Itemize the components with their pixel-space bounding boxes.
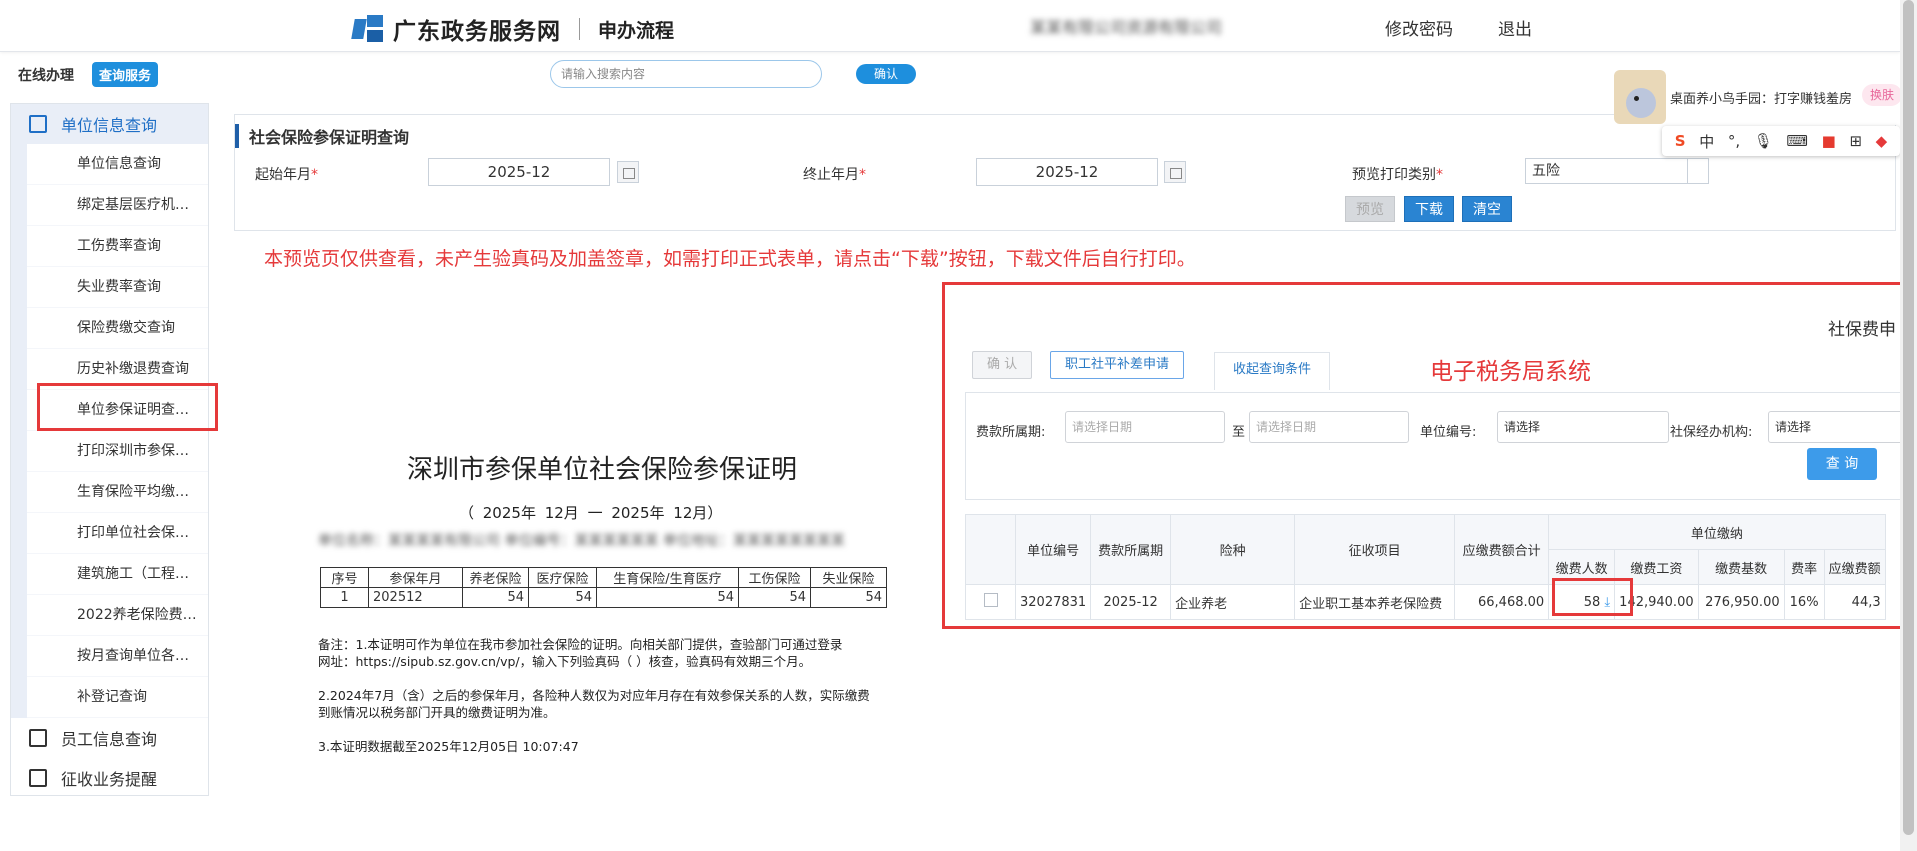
download-button[interactable]: 下载 (1404, 196, 1454, 222)
period-start-input[interactable]: 请选择日期 (1065, 411, 1225, 443)
ime-lang-toggle[interactable]: 中 (1699, 131, 1714, 152)
sidebar-group-label: 征收业务提醒 (61, 770, 158, 789)
logout-link[interactable]: 退出 (1498, 15, 1532, 40)
tax-filter-panel: 费款所属期: 请选择日期 至 请选择日期 单位编号: 请选择 社保经办机构: 请… (965, 392, 1902, 500)
user-name: 某某有限公司资源有限公司 (1030, 18, 1223, 36)
sidebar-group-unit[interactable]: 单位信息查询 (11, 104, 208, 144)
top-header: 广东政务服务网 申办流程 某某有限公司资源有限公司 修改密码 退出 (0, 0, 1900, 52)
start-month-input[interactable]: 2025-12 (428, 158, 610, 186)
highlight-box (37, 383, 218, 431)
sidebar-group-label: 员工信息查询 (61, 730, 158, 749)
online-service-tab[interactable]: 在线办理 (18, 65, 74, 85)
sub-nav: 在线办理 查询服务 (18, 62, 159, 87)
sidebar-item[interactable]: 补登记查询 (27, 677, 208, 718)
collapse-query-tab[interactable]: 收起查询条件 (1214, 352, 1330, 390)
skin-button[interactable]: 换肤 (1862, 84, 1902, 106)
punctuation-icon[interactable]: °, (1728, 132, 1740, 150)
tax-query-button[interactable]: 查 询 (1807, 448, 1877, 480)
clear-button[interactable]: 清空 (1462, 196, 1512, 222)
site-logo[interactable]: 广东政务服务网 申办流程 (351, 12, 675, 46)
certificate-period: （ 2025年 12月 一 2025年 12月） (459, 504, 723, 522)
sidebar-item[interactable]: 单位信息查询 (27, 144, 208, 185)
scrollbar-thumb[interactable] (1903, 0, 1914, 835)
highlight-box (1552, 578, 1633, 616)
sidebar-item[interactable]: 2022养老保险费率调... (27, 595, 208, 636)
query-service-tab[interactable]: 查询服务 (92, 62, 159, 87)
certificate-table: 序号 参保年月 养老保险 医疗保险 生育保险/生育医疗 工伤保险 失业保险 1 … (320, 567, 887, 608)
divider (579, 18, 580, 40)
unit-no-select[interactable]: 请选择 (1497, 411, 1669, 443)
sidebar-group-staff[interactable]: 员工信息查询 (11, 718, 208, 758)
document-icon (29, 115, 47, 133)
sidebar-item[interactable]: 打印单位社会保险补... (27, 513, 208, 554)
panel-title: 社会保险参保证明查询 (235, 124, 409, 148)
period-label: 费款所属期: (976, 425, 1046, 440)
query-panel: 社会保险参保证明查询 起始年月* 2025-12 终止年月* 2025-12 预… (234, 114, 1896, 231)
keyboard-icon[interactable]: ⌨ (1786, 132, 1808, 150)
section-title: 申办流程 (598, 19, 675, 42)
desktop-pet-popup[interactable]: 桌面养小鸟手园：打字赚钱羞房 换肤 (1614, 70, 1902, 125)
period-end-input[interactable]: 请选择日期 (1249, 411, 1409, 443)
sidebar-item[interactable]: 按月查询单位各险种... (27, 636, 208, 677)
logo-icon (351, 15, 385, 43)
sidebar-item[interactable]: 建筑施工（工程建设... (27, 554, 208, 595)
row-checkbox[interactable] (983, 593, 998, 607)
calendar-icon[interactable] (617, 161, 639, 183)
bird-avatar (1614, 70, 1666, 124)
table-row[interactable]: 32027831 2025-12 企业养老 企业职工基本养老保险费 66,468… (965, 584, 1886, 620)
end-month-input[interactable]: 2025-12 (976, 158, 1158, 186)
calendar-icon[interactable] (1164, 161, 1186, 183)
sidebar: 单位信息查询 单位信息查询 绑定基层医疗机构信... 工伤费率查询 失业费率查询… (10, 103, 209, 796)
tax-result-table: 单位编号 费款所属期 险种 征收项目 应缴费额合计 单位缴纳 缴费人数 缴费工资… (965, 514, 1886, 620)
tax-page-title: 社保费申 (1828, 320, 1896, 340)
grid-icon[interactable]: ⊞ (1849, 132, 1862, 150)
tax-confirm-button[interactable]: 确 认 (972, 351, 1033, 379)
type-label: 预览打印类别* (1352, 167, 1443, 183)
certificate-title: 深圳市参保单位社会保险参保证明 (407, 455, 798, 485)
gift-icon[interactable]: ■ (1822, 132, 1836, 150)
change-password-link[interactable]: 修改密码 (1385, 15, 1453, 40)
search-confirm-button[interactable]: 确认 (856, 64, 916, 84)
preview-button[interactable]: 预览 (1345, 196, 1395, 222)
sidebar-item[interactable]: 保险费缴交查询 (27, 308, 208, 349)
table-row: 1 202512 54 54 54 54 54 (320, 587, 887, 608)
microphone-icon[interactable]: 🎙 (1754, 132, 1773, 150)
sidebar-item[interactable]: 打印深圳市参保单位... (27, 431, 208, 472)
sidebar-item[interactable]: 失业费率查询 (27, 267, 208, 308)
tax-system-label: 电子税务局系统 (1430, 359, 1591, 385)
unit-no-label: 单位编号: (1420, 425, 1477, 440)
preview-notice: 本预览页仅供查看，未产生验真码及加盖签章，如需打印正式表单，请点击“下载”按钮，… (264, 248, 1196, 270)
site-title: 广东政务服务网 (393, 19, 561, 45)
sidebar-item[interactable]: 工伤费率查询 (27, 226, 208, 267)
agency-select[interactable]: 请选择 (1768, 411, 1902, 443)
sidebar-list: 单位信息查询 绑定基层医疗机构信... 工伤费率查询 失业费率查询 保险费缴交查… (11, 144, 208, 718)
print-type-select[interactable]: 五险 (1525, 158, 1709, 184)
agency-label: 社保经办机构: (1670, 425, 1753, 440)
certificate-unit-info: 单位名称：某某某某有限公司 单位编号：某某某某某某 单位地址：某某某某某某某某 (318, 533, 845, 548)
popup-text: 桌面养小鸟手园：打字赚钱羞房 (1670, 92, 1853, 107)
table-header-row: 单位编号 费款所属期 险种 征收项目 应缴费额合计 单位缴纳 (965, 514, 1886, 585)
salary-apply-button[interactable]: 职工社平补差申请 (1050, 351, 1185, 379)
sidebar-item[interactable]: 生育保险平均缴费工... (27, 472, 208, 513)
list-icon (29, 729, 47, 747)
shirt-icon[interactable]: ◆ (1876, 132, 1888, 150)
sidebar-item[interactable]: 绑定基层医疗机构信... (27, 185, 208, 226)
certificate-notes: 备注：1.本证明可作为单位在我市参加社会保险的证明。向相关部门提供，查验部门可通… (318, 637, 870, 754)
search-input[interactable]: 请输入搜索内容 (550, 60, 822, 88)
start-label: 起始年月* (255, 167, 318, 183)
period-to-label: 至 (1232, 425, 1246, 440)
ime-toolbar: S 中 °, 🎙 ⌨ ■ ⊞ ◆ (1662, 126, 1900, 156)
sidebar-group-collect[interactable]: 征收业务提醒 (11, 758, 208, 798)
tax-bureau-screenshot: 社保费申 电子税务局系统 确 认 职工社平补差申请 收起查询条件 费款所属期: … (942, 282, 1905, 629)
sogou-icon[interactable]: S (1675, 132, 1686, 150)
table-header-row: 序号 参保年月 养老保险 医疗保险 生育保险/生育医疗 工伤保险 失业保险 (320, 567, 887, 588)
end-label: 终止年月* (803, 167, 866, 183)
clipboard-icon (29, 769, 47, 787)
sidebar-group-label: 单位信息查询 (61, 116, 158, 135)
